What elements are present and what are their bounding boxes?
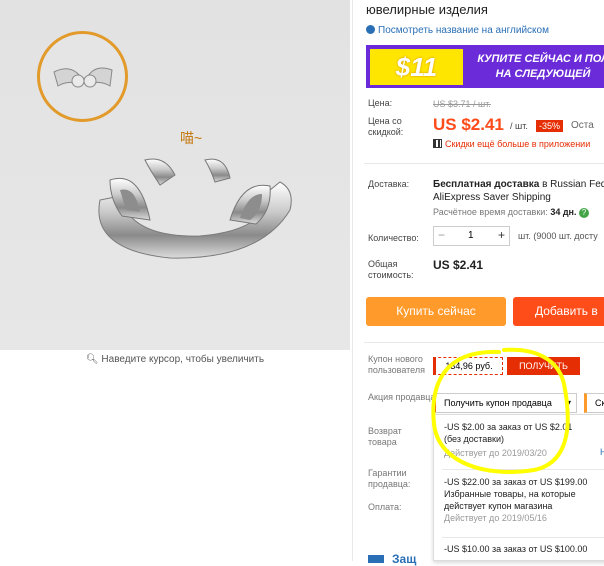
shipping-carrier: AliExpress Saver Shipping <box>433 192 551 203</box>
globe-icon <box>366 25 375 34</box>
panel-divider <box>352 0 353 561</box>
guarantee-label: Гарантии продавца: <box>368 468 411 489</box>
separator <box>442 537 604 538</box>
time-remaining: Оста <box>571 120 594 131</box>
payment-label: Оплата: <box>368 502 402 512</box>
shipping-label: Доставка: <box>368 179 410 189</box>
returns-label: Возврат товара <box>368 426 402 447</box>
quantity-plus-button[interactable]: + <box>498 228 505 242</box>
quantity-minus-button[interactable]: − <box>438 228 445 242</box>
search-icon: 🔍︎ <box>85 354 99 365</box>
promo-banner[interactable]: $11 КУПИТЕ СЕЙЧАС И ПОЛ НА СЛЕДУЮЩЕЙ <box>366 45 604 88</box>
total-value: US $2.41 <box>433 258 484 272</box>
total-label: Общая стоимость: <box>368 259 414 280</box>
discount-badge: -35% <box>536 120 564 132</box>
coupon-get-link[interactable]: Н <box>600 447 604 457</box>
buyer-protection-link[interactable]: Защ <box>368 552 416 566</box>
shipping-method[interactable]: Бесплатная доставка в Russian Fede <box>433 179 604 190</box>
old-price: US $3.71 / шт. <box>433 99 491 109</box>
highlight-annotation <box>431 347 570 475</box>
banner-text: КУПИТЕ СЕЙЧАС И ПОЛ НА СЛЕДУЮЩЕЙ <box>477 53 604 80</box>
separator <box>364 163 604 164</box>
delivery-eta: Расчётное время доставки: 34 дн. ? <box>433 207 589 218</box>
qr-code-icon <box>433 139 442 148</box>
stock-info: шт. (9000 шт. досту <box>518 231 598 241</box>
coupon-item[interactable]: -US $10.00 за заказ от US $100.00 <box>444 543 604 555</box>
zoom-thumbnail <box>37 31 128 122</box>
second-coupon-dropdown[interactable]: Ск <box>584 393 604 413</box>
quantity-stepper: − 1 + <box>433 226 510 246</box>
app-promo-link[interactable]: Скидки ещё больше в приложении <box>433 139 590 149</box>
separator <box>364 342 604 343</box>
product-title: ювелирные изделия <box>366 2 488 17</box>
price-unit: / шт. <box>510 121 528 131</box>
add-to-cart-button[interactable]: Добавить в <box>513 297 604 326</box>
quantity-label: Количество: <box>368 233 419 243</box>
current-price: US $2.41 <box>433 115 504 134</box>
translate-link[interactable]: Посмотреть название на английском <box>366 25 549 36</box>
quantity-input[interactable]: 1 <box>468 230 474 241</box>
price-label: Цена: <box>368 98 393 108</box>
shield-icon <box>368 555 384 563</box>
banner-badge: $11 <box>370 49 463 85</box>
ring-illustration <box>98 158 292 259</box>
zoom-hint: 🔍︎ Наведите курсор, чтобы увеличить <box>85 354 265 365</box>
discount-price-label: Цена со скидкой: <box>368 116 404 137</box>
help-icon[interactable]: ? <box>579 208 589 218</box>
image-caption: 喵~ <box>180 130 203 146</box>
buy-now-button[interactable]: Купить сейчас <box>366 297 506 326</box>
